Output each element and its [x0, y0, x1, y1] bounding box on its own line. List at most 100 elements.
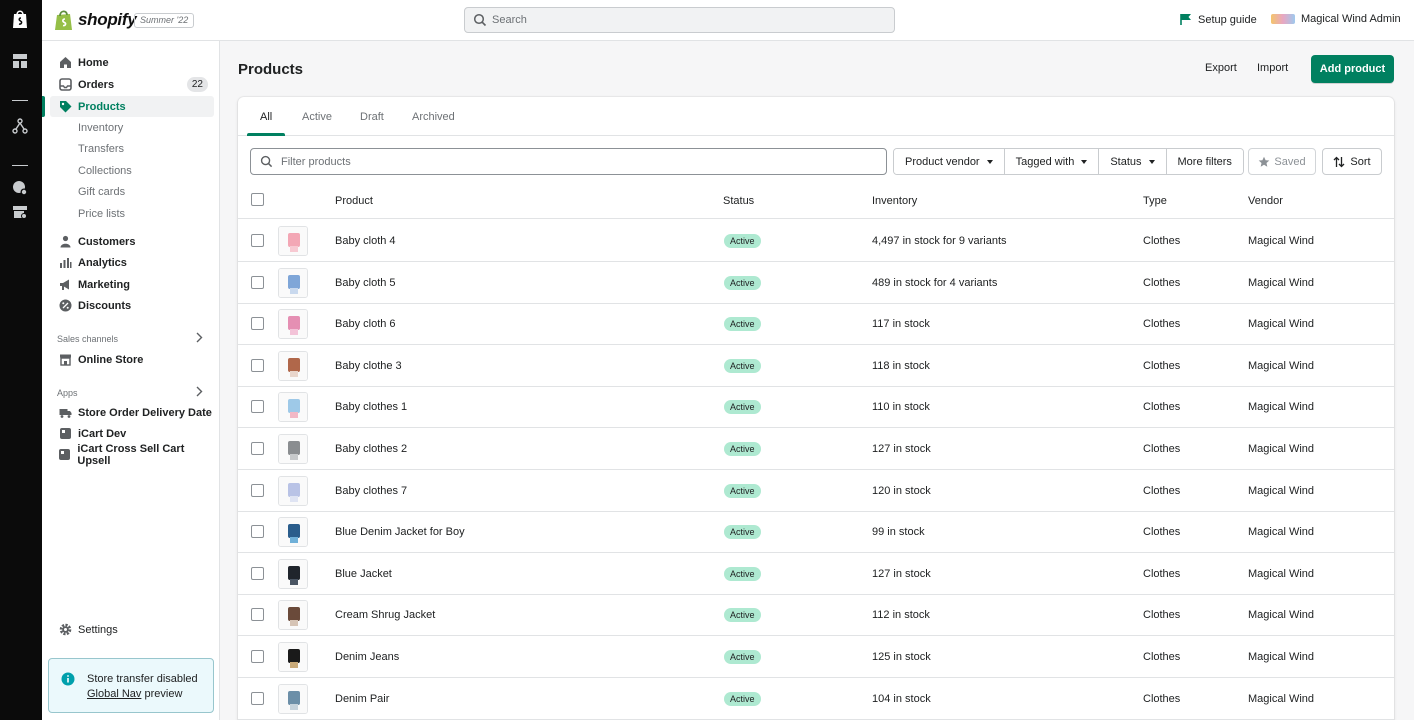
- add-product-button[interactable]: Add product: [1311, 55, 1394, 83]
- product-name[interactable]: Baby cloth 5: [335, 277, 396, 289]
- shopify-bag-icon[interactable]: [10, 9, 30, 29]
- table-row[interactable]: Denim Pair Active 104 in stock Clothes Magic…: [238, 678, 1394, 720]
- table-row[interactable]: Cream Shrug Jacket Active 112 in stock Clot…: [238, 594, 1394, 637]
- sidebar-item-marketing[interactable]: Marketing: [50, 274, 214, 295]
- product-name[interactable]: Denim Pair: [335, 693, 389, 705]
- tab-active[interactable]: Active: [302, 111, 332, 123]
- table-row[interactable]: Baby cloth 4 Active 4,497 in stock for 9 v…: [238, 220, 1394, 262]
- product-thumbnail[interactable]: [278, 350, 308, 381]
- table-row[interactable]: Baby cloth 6 Active 117 in stock Clothes Mag…: [238, 303, 1394, 346]
- sort-button[interactable]: Sort: [1322, 148, 1382, 175]
- product-thumbnail[interactable]: [278, 392, 308, 423]
- product-name[interactable]: Baby clothes 7: [335, 485, 407, 497]
- strip-divider: [12, 100, 28, 101]
- sidebar-item-orders[interactable]: Orders 22: [50, 74, 214, 95]
- sidebar-item-customers[interactable]: Customers: [50, 231, 214, 252]
- product-thumbnail[interactable]: [278, 558, 308, 589]
- sidebar-sub-collections[interactable]: Collections: [78, 165, 132, 177]
- export-button[interactable]: Export: [1205, 62, 1237, 74]
- row-checkbox[interactable]: [251, 400, 264, 414]
- row-checkbox[interactable]: [251, 275, 264, 289]
- product-thumbnail[interactable]: [278, 267, 308, 298]
- sidebar-item-online-store[interactable]: Online Store: [50, 349, 214, 370]
- sidebar-app-icart-dev[interactable]: iCart Dev: [50, 423, 214, 444]
- more-filters-button[interactable]: More filters: [1166, 149, 1243, 174]
- product-vendor-filter[interactable]: Product vendor: [894, 149, 1005, 174]
- table-row[interactable]: Baby cloth 5 Active 489 in stock for 4 var…: [238, 262, 1394, 304]
- type-cell: Clothes: [1143, 443, 1181, 455]
- table-row[interactable]: Baby clothe 3 Active 118 in stock Clothes Ma…: [238, 345, 1394, 387]
- product-thumbnail[interactable]: [278, 600, 308, 631]
- row-checkbox[interactable]: [251, 358, 264, 372]
- import-button[interactable]: Import: [1257, 62, 1288, 74]
- sidebar-item-products[interactable]: Products: [50, 96, 214, 117]
- store-settings-icon[interactable]: [10, 202, 30, 222]
- chevron-right-icon[interactable]: [195, 386, 203, 400]
- product-thumbnail[interactable]: [278, 226, 308, 256]
- sidebar-sub-gift-cards[interactable]: Gift cards: [78, 186, 125, 198]
- sidebar-item-analytics[interactable]: Analytics: [50, 252, 214, 273]
- product-name[interactable]: Denim Jeans: [335, 651, 399, 663]
- sidebar-item-label: Discounts: [78, 299, 132, 312]
- flag-icon: [1180, 14, 1191, 25]
- product-name[interactable]: Baby clothes 2: [335, 443, 407, 455]
- store-menu[interactable]: Magical Wind Admin: [1271, 13, 1401, 25]
- product-thumbnail[interactable]: [278, 683, 308, 714]
- select-all-checkbox[interactable]: [251, 193, 264, 206]
- organization-icon[interactable]: [10, 116, 30, 136]
- vendor-cell: Magical Wind: [1248, 318, 1315, 331]
- product-name[interactable]: Blue Jacket: [335, 568, 392, 580]
- shopify-logo[interactable]: shopify: [54, 9, 137, 31]
- row-checkbox[interactable]: [251, 691, 264, 705]
- row-checkbox[interactable]: [251, 317, 264, 331]
- table-row[interactable]: Denim Jeans Active 125 in stock Clothes Magi…: [238, 636, 1394, 678]
- product-thumbnail[interactable]: [278, 309, 308, 340]
- sidebar-item-settings[interactable]: Settings: [50, 619, 214, 640]
- saved-button[interactable]: Saved: [1248, 148, 1316, 175]
- row-checkbox[interactable]: [251, 525, 264, 539]
- sidebar-sub-price-lists[interactable]: Price lists: [78, 208, 125, 220]
- row-checkbox[interactable]: [251, 650, 264, 663]
- product-thumbnail[interactable]: [278, 475, 308, 506]
- table-row[interactable]: Blue Denim Jacket for Boy Active 99 in sto…: [238, 511, 1394, 554]
- tab-archived[interactable]: Archived: [412, 111, 455, 123]
- status-badge: Active: [724, 442, 761, 456]
- table-row[interactable]: Baby clothes 7 Active 120 in stock Clothes M…: [238, 470, 1394, 512]
- status-filter[interactable]: Status: [1099, 149, 1167, 174]
- sidebar-app-icart-cross-sell[interactable]: iCart Cross Sell Cart Upsell: [50, 443, 214, 467]
- sidebar-item-discounts[interactable]: Discounts: [50, 295, 214, 316]
- row-checkbox[interactable]: [251, 442, 264, 455]
- chevron-right-icon[interactable]: [195, 332, 203, 346]
- product-thumbnail[interactable]: [278, 434, 308, 464]
- row-checkbox[interactable]: [251, 234, 264, 247]
- table-row[interactable]: Baby clothes 1 Active 110 in stock Clothes M…: [238, 386, 1394, 429]
- sidebar-app-store-order-delivery-date[interactable]: Store Order Delivery Date: [50, 402, 214, 423]
- sidebar-sub-inventory[interactable]: Inventory: [78, 122, 123, 134]
- global-nav-link[interactable]: Global Nav: [87, 688, 141, 700]
- table-row[interactable]: Blue Jacket Active 127 in stock Clothes Magi…: [238, 553, 1394, 595]
- tab-draft[interactable]: Draft: [360, 111, 384, 123]
- product-name[interactable]: Baby cloth 4: [335, 235, 396, 247]
- row-checkbox[interactable]: [251, 608, 264, 622]
- product-thumbnail[interactable]: [278, 517, 308, 548]
- tagged-with-filter[interactable]: Tagged with: [1004, 149, 1100, 174]
- product-name[interactable]: Baby clothes 1: [335, 401, 407, 413]
- product-thumbnail[interactable]: [278, 642, 308, 672]
- filter-products-input[interactable]: Filter products: [250, 148, 887, 175]
- sidebar-item-home[interactable]: Home: [50, 52, 214, 73]
- row-checkbox[interactable]: [251, 566, 264, 580]
- search-input[interactable]: Search: [464, 7, 895, 33]
- type-cell: Clothes: [1143, 567, 1181, 580]
- row-checkbox[interactable]: [251, 483, 264, 497]
- product-name[interactable]: Blue Denim Jacket for Boy: [335, 526, 465, 538]
- product-name[interactable]: Baby cloth 6: [335, 318, 396, 330]
- inventory-cell: 125 in stock: [872, 651, 931, 663]
- product-name[interactable]: Baby clothe 3: [335, 360, 402, 372]
- globe-settings-icon[interactable]: [10, 178, 30, 198]
- setup-guide-button[interactable]: Setup guide: [1180, 13, 1257, 26]
- tab-all[interactable]: All: [260, 111, 272, 123]
- product-name[interactable]: Cream Shrug Jacket: [335, 609, 435, 621]
- sidebar-sub-transfers[interactable]: Transfers: [78, 143, 124, 155]
- table-row[interactable]: Baby clothes 2 Active 127 in stock Clothes M…: [238, 428, 1394, 470]
- dashboard-icon[interactable]: [10, 51, 30, 71]
